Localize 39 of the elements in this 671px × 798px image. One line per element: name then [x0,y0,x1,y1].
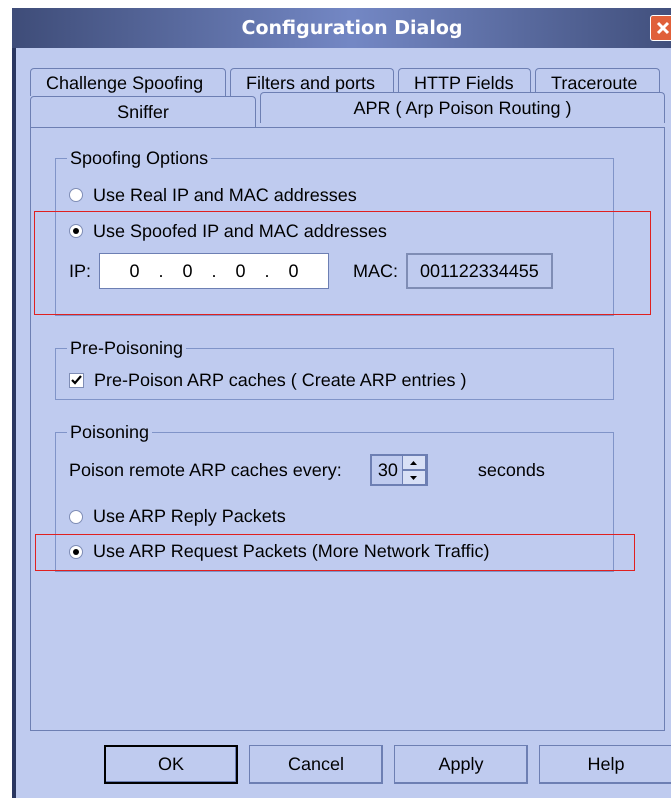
close-icon [656,21,670,35]
ip-separator: . [158,260,164,282]
radio-button[interactable] [69,224,83,238]
ip-octet: 0 [236,260,246,282]
ip-address-field[interactable]: 0 . 0 . 0 . 0 [99,253,330,289]
radio-button[interactable] [69,510,83,524]
radio-label: Use ARP Reply Packets [93,506,286,527]
radio-label: Use Real IP and MAC addresses [93,184,357,206]
ip-octet: 0 [182,260,193,282]
ip-label: IP: [69,260,92,282]
ip-octet: 0 [288,260,299,282]
tab[interactable]: APR ( Arp Poison Routing ) [260,92,665,123]
group-title: Poisoning [69,422,150,443]
mac-address-field[interactable]: 001122334455 [406,253,553,289]
spin-up-icon[interactable] [402,455,426,470]
tab[interactable]: Sniffer [30,96,256,127]
interval-spinner[interactable]: 30 [370,454,428,486]
ip-octet: 0 [130,260,140,282]
tab[interactable]: Challenge Spoofing [30,68,226,96]
checkbox-label: Pre-Poison ARP caches ( Create ARP entries ) [94,370,467,390]
dialog-button[interactable]: Help [539,745,671,784]
checkbox[interactable] [69,372,84,388]
interval-label: Poison remote ARP caches every: [69,460,342,480]
mac-label: MAC: [353,260,398,282]
radio-label: Use ARP Request Packets (More Network Traffic) [93,541,490,562]
window-title: Configuration Dialog [242,17,462,39]
spin-down-icon[interactable] [402,470,426,485]
close-button[interactable] [650,15,671,41]
dialog-button[interactable]: OK [104,745,238,784]
radio-label: Use Spoofed IP and MAC addresses [93,220,387,242]
radio-button[interactable] [69,188,83,202]
radio-button[interactable] [69,544,83,558]
dialog-button[interactable]: Cancel [249,745,383,784]
ip-separator: . [212,260,217,282]
ip-separator: . [264,260,270,282]
group-title: Pre-Poisoning [69,338,184,359]
unit-label: seconds [478,460,545,480]
group-title: Spoofing Options [69,148,210,169]
dialog-button[interactable]: Apply [394,745,528,784]
